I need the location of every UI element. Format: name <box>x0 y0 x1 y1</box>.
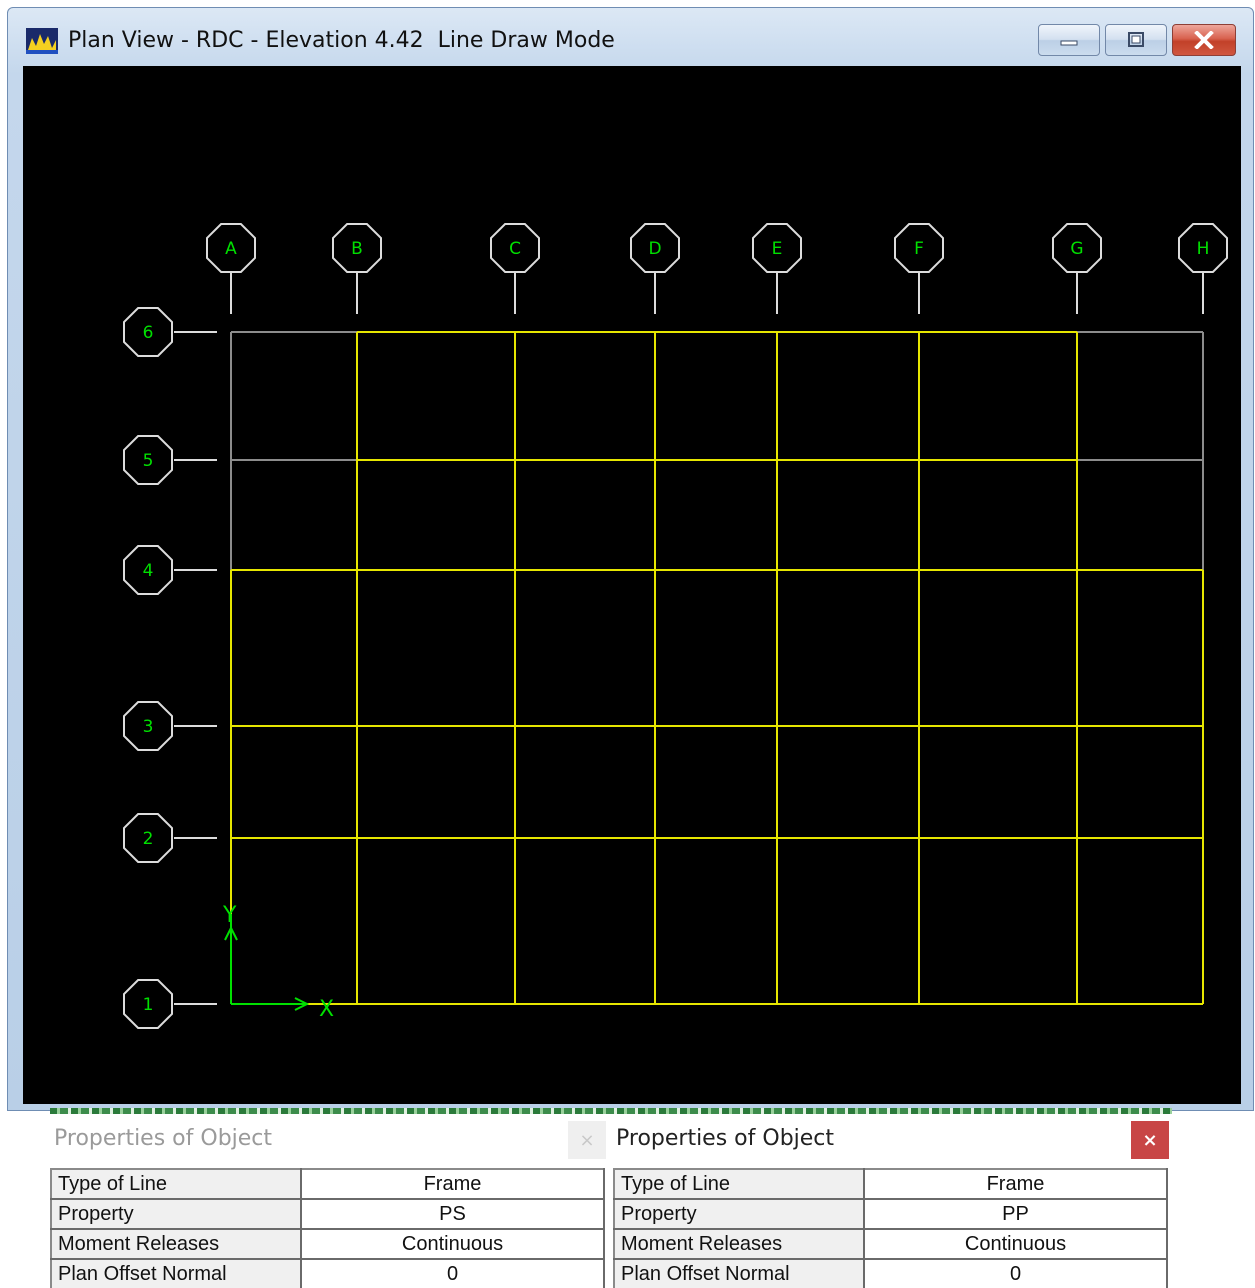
property-key: Type of Line <box>613 1168 865 1200</box>
properties-table: Type of Line Frame Property PP Moment Re… <box>613 1168 1168 1288</box>
properties-title: Properties of Object <box>616 1126 835 1151</box>
grid-x-G-label: G <box>1070 239 1083 259</box>
property-key: Moment Releases <box>50 1228 302 1260</box>
minimize-icon <box>1060 40 1078 46</box>
properties-close-button[interactable]: × <box>1131 1121 1169 1159</box>
grid-y-1-label: 1 <box>143 995 154 1015</box>
properties-table: Type of Line Frame Property PS Moment Re… <box>50 1168 605 1288</box>
title-bar[interactable]: Plan View - RDC - Elevation 4.42 Line Dr… <box>8 8 1253 66</box>
grid-y-4-label: 4 <box>143 561 154 581</box>
property-key: Type of Line <box>50 1168 302 1200</box>
grid-y-3-label: 3 <box>143 717 154 737</box>
separator-strip <box>50 1108 1172 1114</box>
property-key: Plan Offset Normal <box>50 1258 302 1288</box>
window-title: Plan View - RDC - Elevation 4.42 Line Dr… <box>68 28 615 53</box>
maximize-icon <box>1128 32 1144 47</box>
table-row: Type of Line Frame <box>50 1168 605 1200</box>
plan-drawing[interactable]: A B C D E F G H 6 5 4 3 2 1 Y X <box>23 66 1241 1104</box>
close-button[interactable] <box>1172 24 1236 56</box>
grid-x-D-label: D <box>648 239 661 259</box>
table-row: Property PP <box>613 1198 1168 1230</box>
property-value[interactable]: Frame <box>300 1168 605 1200</box>
grid-x-A-label: A <box>225 239 237 259</box>
close-icon <box>1194 31 1214 49</box>
property-key: Plan Offset Normal <box>613 1258 865 1288</box>
properties-close-button[interactable]: × <box>568 1121 606 1159</box>
axis-y-label: Y <box>222 903 237 928</box>
app-icon <box>26 28 58 54</box>
plan-view-window: Plan View - RDC - Elevation 4.42 Line Dr… <box>7 7 1254 1111</box>
plan-canvas[interactable]: A B C D E F G H 6 5 4 3 2 1 Y X <box>23 66 1241 1104</box>
properties-panel-right: Properties of Object × Type of Line Fram… <box>610 1118 1172 1288</box>
property-value[interactable]: Continuous <box>863 1228 1168 1260</box>
grid-x-H-label: H <box>1197 239 1210 259</box>
grid-y-6-label: 6 <box>143 323 154 343</box>
properties-title: Properties of Object <box>54 1126 273 1151</box>
property-key: Moment Releases <box>613 1228 865 1260</box>
property-value[interactable]: Continuous <box>300 1228 605 1260</box>
minimize-button[interactable] <box>1038 24 1100 56</box>
close-icon: × <box>1142 1129 1158 1151</box>
table-row: Plan Offset Normal 0 <box>50 1258 605 1288</box>
table-row: Moment Releases Continuous <box>50 1228 605 1260</box>
maximize-button[interactable] <box>1105 24 1167 56</box>
table-row: Type of Line Frame <box>613 1168 1168 1200</box>
table-row: Moment Releases Continuous <box>613 1228 1168 1260</box>
grid-x-F-label: F <box>914 239 924 259</box>
property-key: Property <box>50 1198 302 1230</box>
table-row: Plan Offset Normal 0 <box>613 1258 1168 1288</box>
property-value[interactable]: PS <box>300 1198 605 1230</box>
grid-x-B-label: B <box>351 239 363 259</box>
property-value[interactable]: 0 <box>863 1258 1168 1288</box>
property-value[interactable]: Frame <box>863 1168 1168 1200</box>
axis-x-label: X <box>319 997 334 1022</box>
grid-y-5-label: 5 <box>143 451 154 471</box>
table-row: Property PS <box>50 1198 605 1230</box>
property-value[interactable]: 0 <box>300 1258 605 1288</box>
close-icon: × <box>579 1129 595 1151</box>
property-key: Property <box>613 1198 865 1230</box>
properties-panel-left: Properties of Object × Type of Line Fram… <box>48 1118 606 1288</box>
grid-x-E-label: E <box>772 239 783 259</box>
grid-x-C-label: C <box>509 239 521 259</box>
property-value[interactable]: PP <box>863 1198 1168 1230</box>
grid-y-2-label: 2 <box>143 829 154 849</box>
